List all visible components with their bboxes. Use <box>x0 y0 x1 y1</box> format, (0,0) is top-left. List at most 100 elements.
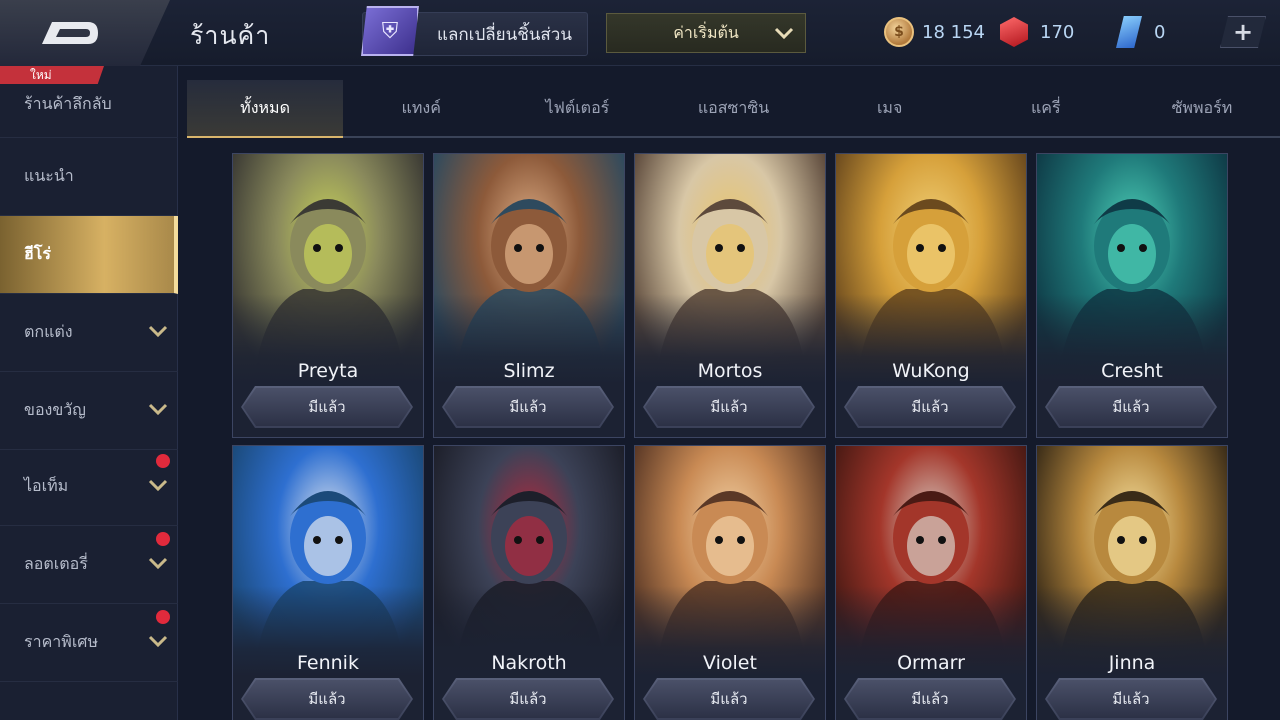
hero-portrait <box>233 446 423 676</box>
voucher-icon <box>1116 16 1142 48</box>
sidebar-item-recommended[interactable]: แนะนำ <box>0 138 178 216</box>
chevron-down-icon <box>148 635 168 648</box>
owned-label: มีแล้ว <box>308 398 346 416</box>
ruby-icon <box>1000 17 1028 47</box>
chevron-down-icon <box>148 403 168 416</box>
hero-name: Fennik <box>297 652 359 674</box>
tab-support[interactable]: ซัพพอร์ท <box>1124 80 1280 136</box>
owned-button[interactable]: มีแล้ว <box>241 386 413 428</box>
hero-name: Slimz <box>503 360 555 382</box>
notification-dot <box>156 532 170 546</box>
sidebar-item-label: แนะนำ <box>24 166 74 185</box>
sidebar-item-label: ฮีโร่ <box>24 244 51 263</box>
gold-balance: $ 18 154 <box>884 16 985 48</box>
sort-dropdown-label: ค่าเริ่มต้น <box>673 22 739 42</box>
sidebar-item-label: ร้านค้าลึกลับ <box>24 94 112 113</box>
add-currency-button[interactable]: + <box>1220 16 1266 48</box>
tab-tank[interactable]: แทงค์ <box>343 80 499 136</box>
voucher-balance: 0 <box>1116 16 1165 48</box>
owned-label: มีแล้ว <box>911 690 949 708</box>
hero-name: WuKong <box>892 360 970 382</box>
hero-silhouette-icon <box>253 491 405 676</box>
page-title: ร้านค้า <box>190 21 271 50</box>
owned-button[interactable]: มีแล้ว <box>844 386 1016 428</box>
hero-name: Preyta <box>297 360 359 382</box>
hero-silhouette-icon <box>1057 491 1209 676</box>
tab-assassin[interactable]: แอสซาซิน <box>655 80 811 136</box>
back-arrow-icon <box>42 22 98 44</box>
tab-carry[interactable]: แครี่ <box>968 80 1124 136</box>
sidebar-item-items[interactable]: ไอเท็ม <box>0 448 178 526</box>
tab-all[interactable]: ทั้งหมด <box>187 80 344 138</box>
helmet-icon: ⛨ <box>361 6 419 56</box>
exchange-fragments-label: แลกเปลี่ยนชิ้นส่วน <box>437 24 572 45</box>
hero-name: Violet <box>703 652 757 674</box>
exchange-fragments-button[interactable]: ⛨ แลกเปลี่ยนชิ้นส่วน <box>361 6 588 56</box>
owned-label: มีแล้ว <box>308 690 346 708</box>
hero-card-cresht[interactable]: Cresht มีแล้ว <box>1036 153 1228 438</box>
hero-silhouette-icon <box>856 199 1008 384</box>
hero-silhouette-icon <box>655 199 807 384</box>
hero-portrait <box>635 154 825 384</box>
sidebar-item-label: ตกแต่ง <box>24 322 73 341</box>
hero-portrait <box>233 154 423 384</box>
hero-silhouette-icon <box>454 491 606 676</box>
sidebar-item-lottery[interactable]: ลอตเตอรี่ <box>0 526 178 604</box>
hero-card-nakroth[interactable]: Nakroth มีแล้ว <box>433 445 625 720</box>
hero-portrait <box>635 446 825 676</box>
sidebar-item-label: ของขวัญ <box>24 400 86 419</box>
owned-button[interactable]: มีแล้ว <box>1045 386 1217 428</box>
chevron-down-icon <box>774 27 794 40</box>
hero-card-wukong[interactable]: WuKong มีแล้ว <box>835 153 1027 438</box>
hero-portrait <box>434 154 624 384</box>
hero-name: Nakroth <box>491 652 567 674</box>
owned-button[interactable]: มีแล้ว <box>643 386 815 428</box>
owned-button[interactable]: มีแล้ว <box>844 678 1016 720</box>
sidebar: ใหม่ ร้านค้าลึกลับ แนะนำ ฮีโร่ ตกแต่ง ของขวั… <box>0 66 178 720</box>
owned-label: มีแล้ว <box>1112 398 1150 416</box>
sidebar-item-heroes[interactable]: ฮีโร่ <box>0 216 178 294</box>
back-button[interactable] <box>0 0 170 66</box>
tab-mage[interactable]: เมจ <box>812 80 968 136</box>
hero-portrait <box>434 446 624 676</box>
tab-fighter[interactable]: ไฟต์เตอร์ <box>499 80 655 136</box>
hero-card-preyta[interactable]: Preyta มีแล้ว <box>232 153 424 438</box>
chevron-down-icon <box>148 479 168 492</box>
hero-silhouette-icon <box>856 491 1008 676</box>
sidebar-item-gifts[interactable]: ของขวัญ <box>0 372 178 450</box>
sidebar-item-decorations[interactable]: ตกแต่ง <box>0 294 178 372</box>
sort-dropdown[interactable]: ค่าเริ่มต้น <box>606 13 806 53</box>
hero-card-ormarr[interactable]: Ormarr มีแล้ว <box>835 445 1027 720</box>
owned-button[interactable]: มีแล้ว <box>442 386 614 428</box>
hero-card-mortos[interactable]: Mortos มีแล้ว <box>634 153 826 438</box>
hero-name: Ormarr <box>897 652 965 674</box>
hero-portrait <box>836 446 1026 676</box>
hero-card-slimz[interactable]: Slimz มีแล้ว <box>433 153 625 438</box>
owned-button[interactable]: มีแล้ว <box>1045 678 1217 720</box>
notification-dot <box>156 610 170 624</box>
owned-button[interactable]: มีแล้ว <box>442 678 614 720</box>
hero-portrait <box>1037 446 1227 676</box>
owned-label: มีแล้ว <box>1112 690 1150 708</box>
hero-card-violet[interactable]: Violet มีแล้ว <box>634 445 826 720</box>
hero-silhouette-icon <box>655 491 807 676</box>
chevron-down-icon <box>148 325 168 338</box>
sidebar-item-label: ไอเท็ม <box>24 476 69 495</box>
hero-card-fennik[interactable]: Fennik มีแล้ว <box>232 445 424 720</box>
hero-name: Mortos <box>697 360 763 382</box>
sidebar-item-mystery-shop[interactable]: ร้านค้าลึกลับ <box>0 66 178 138</box>
owned-label: มีแล้ว <box>509 690 547 708</box>
owned-button[interactable]: มีแล้ว <box>643 678 815 720</box>
owned-label: มีแล้ว <box>509 398 547 416</box>
owned-button[interactable]: มีแล้ว <box>241 678 413 720</box>
voucher-value: 0 <box>1154 21 1166 43</box>
chevron-down-icon <box>148 557 168 570</box>
hero-silhouette-icon <box>1057 199 1209 384</box>
ruby-balance: 170 <box>1000 16 1074 48</box>
sidebar-item-special-price[interactable]: ราคาพิเศษ <box>0 604 178 682</box>
hero-silhouette-icon <box>253 199 405 384</box>
hero-card-jinna[interactable]: Jinna มีแล้ว <box>1036 445 1228 720</box>
notification-dot <box>156 454 170 468</box>
owned-label: มีแล้ว <box>911 398 949 416</box>
hero-silhouette-icon <box>454 199 606 384</box>
